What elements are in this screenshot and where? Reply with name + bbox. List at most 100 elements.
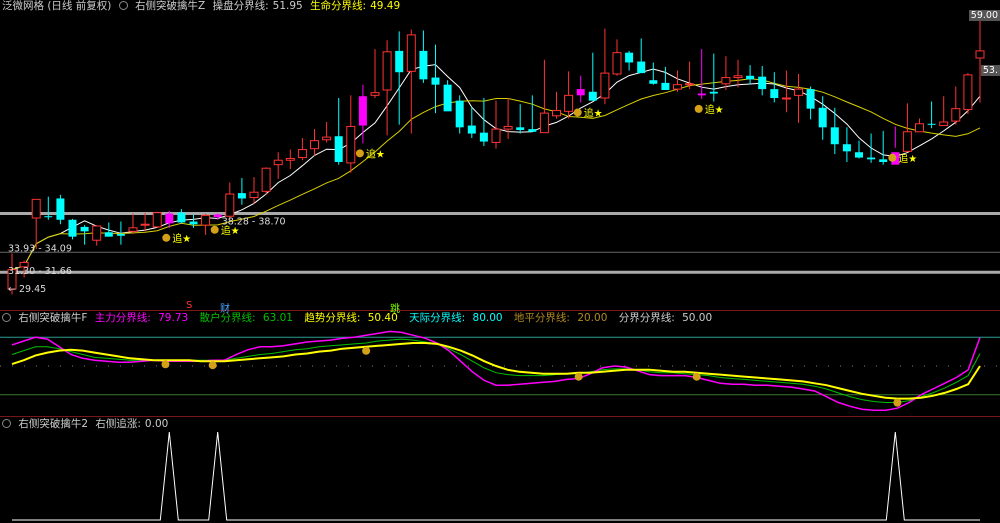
marker-t: 跳 [390,304,400,315]
candle-body [92,225,102,241]
candle-body [431,77,440,85]
candle-body [867,157,876,160]
candle-body [758,76,767,90]
marker-b: 财 [220,304,230,315]
candle-body [68,219,77,237]
price-chart[interactable]: 追★追★追★追★ 追★追★38.28 - 38.7033.93 - 34.0931… [0,0,1000,303]
price-range-label: ← 29.45 [8,284,46,295]
candle-body [915,123,924,133]
money-bag-icon [210,225,219,234]
price-range-label: 33.93 - 34.09 [8,244,72,255]
money-bag-icon [573,108,582,117]
price-range-label: 38.28 - 38.70 [222,217,286,228]
candle-body [297,149,307,159]
signal-label: 追★ [898,152,917,165]
candle-body [56,198,65,220]
candle-body [201,214,211,226]
candle-body [806,89,815,109]
candle-body [491,128,501,143]
candle-body [649,80,658,84]
indicator-1-chart[interactable] [0,310,1000,416]
candle-body [225,193,235,217]
money-bag-icon [692,372,701,381]
candle-body [455,100,464,128]
candle-body [370,92,380,96]
candle-body [261,167,271,192]
candle-body [637,61,646,74]
candle-body [661,82,670,90]
candle-body [165,213,174,224]
candle-body [794,88,803,96]
candle-body [334,136,343,162]
candle-body [273,159,283,166]
candle-body [830,127,839,145]
money-bag-icon [208,361,217,370]
candle-body [285,157,295,161]
candle-body [322,136,332,141]
candle-body [588,91,597,101]
candle-body [406,34,416,72]
money-bag-icon [888,153,897,162]
candle-body [842,144,851,152]
candle-body [625,52,634,63]
price-top-label: 59.00 [968,10,1000,21]
candle-body [975,50,985,59]
candle-body [346,125,356,164]
spike-line [12,431,980,521]
candle-body [697,93,706,96]
candle-body [419,50,428,80]
candle-body [528,129,537,132]
candle-body [818,107,827,128]
candle-body [612,52,622,75]
candle-body [927,123,936,125]
candle-body [963,74,973,111]
candle-body [116,234,125,236]
candle-body [467,125,476,134]
money-bag-icon [893,398,902,407]
marker-s: S [186,300,193,311]
candle-body [177,212,186,223]
candle-body [855,152,863,158]
candle-body [552,109,561,117]
candle-body [733,75,743,79]
candle-body [152,212,162,228]
candle-body [358,96,367,126]
candle-body [564,94,574,112]
candle-body [939,121,949,127]
candle-body [902,131,912,152]
candle-body [685,83,695,86]
candle-body [951,108,961,122]
candle-body [516,127,525,130]
candle-body [709,91,718,94]
candle-body [104,232,113,237]
candle-body [189,221,198,225]
price-range-label: 31.30 - 31.66 [8,266,72,277]
candle-body [479,132,488,142]
candle-body [249,191,259,199]
candle-body [576,89,585,96]
candle-body [781,97,791,100]
candle-body [673,84,682,90]
candle-body [44,216,53,218]
magenta-line [11,330,981,411]
candle-body [395,50,404,73]
candle-body [140,223,150,226]
candle-body [80,226,89,232]
candle-body [721,77,731,85]
yellow-line [11,342,981,400]
signal-label: 追★ [172,232,191,245]
candle-body [770,89,779,98]
candle-body [879,159,888,162]
ma-fast-line [11,64,981,271]
candle-body [310,140,319,150]
candle-body [237,193,246,199]
indicator-2-chart[interactable] [0,416,1000,523]
candle-body [382,51,392,91]
candle-body [746,75,755,80]
money-bag-icon [362,346,371,355]
money-bag-icon [162,233,171,242]
price-right-label: 53. [980,65,1000,76]
candle-body [539,112,549,134]
signal-label: 追★ [705,103,724,116]
candle-body [128,227,138,232]
